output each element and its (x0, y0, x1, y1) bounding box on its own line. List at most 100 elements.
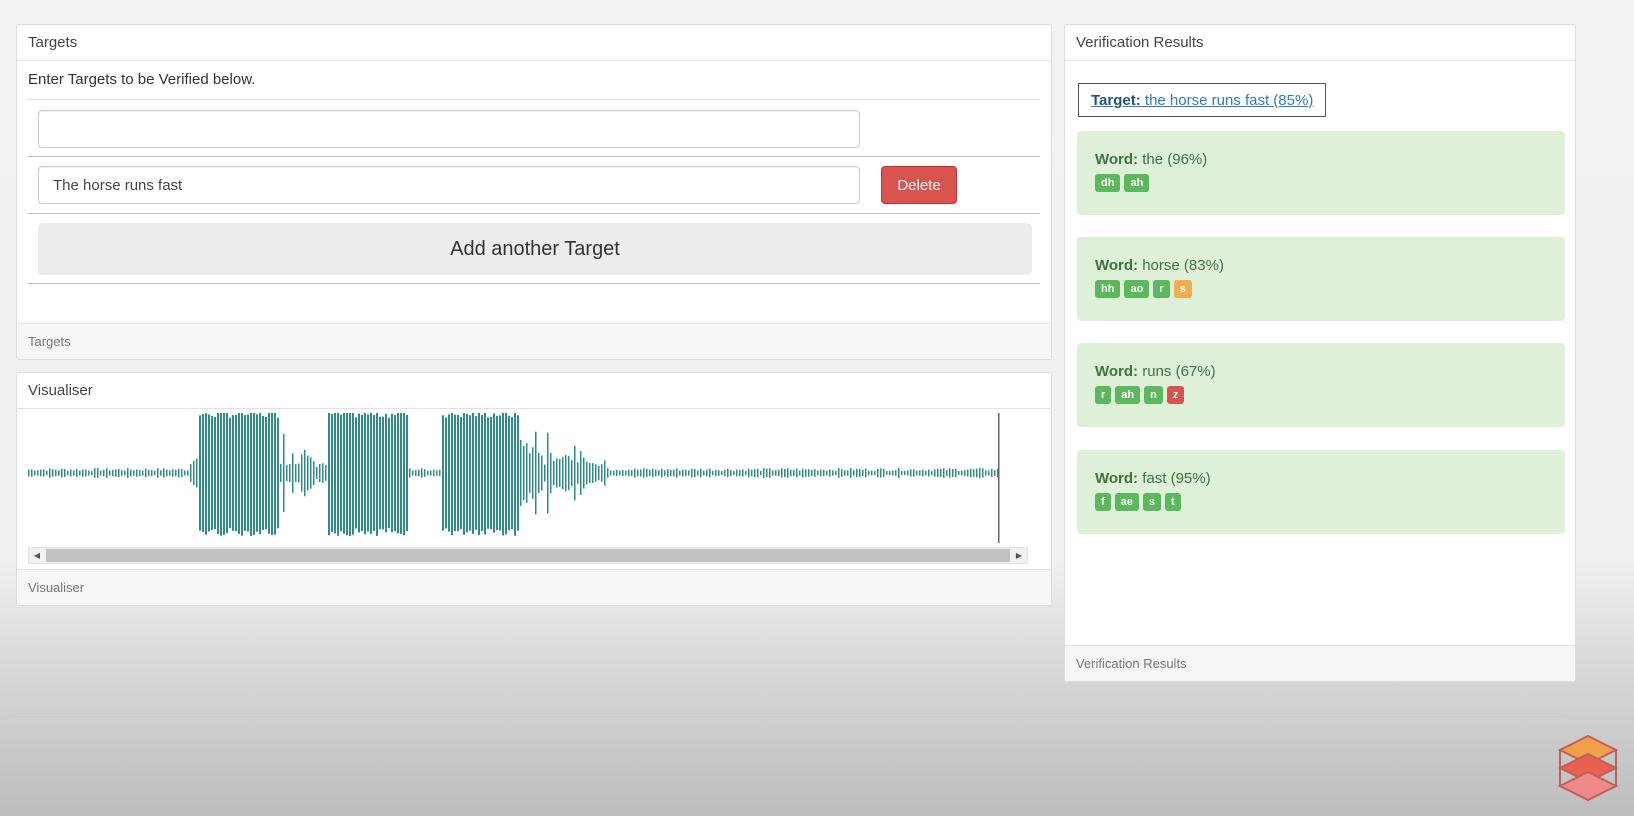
waveform-bar (106, 468, 108, 478)
waveform-bar (214, 416, 216, 530)
waveform-bar (409, 468, 411, 478)
waveform-bar (373, 415, 375, 531)
waveform-bar (130, 469, 132, 477)
waveform-bar (217, 413, 219, 535)
word-label: Word: (1095, 363, 1139, 380)
phoneme-badge: ah (1115, 386, 1141, 404)
waveform-bar (568, 455, 570, 491)
waveform-bar (448, 414, 450, 532)
waveform-bar (439, 469, 441, 477)
waveform-bar (883, 469, 885, 477)
waveform-bar (484, 413, 486, 535)
waveform-bar (850, 468, 852, 478)
waveform-bar (673, 469, 675, 477)
waveform-bar (571, 459, 573, 487)
waveform-bar (421, 468, 423, 478)
waveform-bar (772, 470, 774, 476)
playhead-cursor[interactable] (998, 413, 1000, 543)
waveform-bar (385, 413, 387, 533)
target-input[interactable] (38, 166, 860, 204)
waveform-bar (739, 469, 741, 477)
phoneme-badge: z (1166, 386, 1185, 404)
phoneme-list: r ah n z (1095, 386, 1547, 404)
waveform-bar (301, 454, 303, 492)
waveform-bar (427, 470, 429, 476)
waveform-bar (820, 469, 822, 477)
phoneme-badge: ah (1124, 174, 1150, 192)
waveform-bar (508, 415, 510, 531)
phoneme-badge: r (1153, 280, 1170, 298)
delete-target-button[interactable]: Delete (881, 166, 957, 204)
waveform-bar (730, 470, 732, 476)
waveform-bar (667, 469, 669, 477)
waveform-bar (262, 415, 264, 531)
word-text: horse (1142, 257, 1180, 274)
waveform-bar (469, 415, 471, 531)
waveform-bar (52, 469, 54, 477)
waveform-bar (280, 463, 282, 483)
scrollbar-thumb[interactable] (46, 549, 1010, 562)
waveform-bar (697, 470, 699, 476)
targets-intro-text: Enter Targets to be Verified below. (28, 71, 256, 88)
waveform-bar (367, 414, 369, 532)
waveform-bar (226, 413, 228, 534)
waveform-bar (877, 468, 879, 478)
waveform-bar (649, 469, 651, 477)
waveform-bar (496, 415, 498, 531)
waveform-bar (613, 470, 615, 476)
waveform-bar (94, 468, 96, 478)
audio-waveform[interactable] (28, 413, 1038, 553)
target-input-empty[interactable] (38, 110, 860, 148)
waveform-bar (502, 413, 504, 536)
target-result-link[interactable]: Target: the horse runs fast (85%) (1078, 83, 1327, 117)
waveform-bar (127, 468, 129, 478)
waveform-bar (727, 468, 729, 478)
waveform-bar (907, 470, 909, 476)
waveform-bar (139, 470, 141, 476)
add-another-target-button[interactable]: Add another Target (38, 223, 1032, 275)
waveform-bar (946, 470, 948, 476)
waveform-bar (82, 469, 84, 477)
waveform-bar (814, 469, 816, 477)
waveform-bar (340, 414, 342, 532)
waveform-bar (919, 470, 921, 476)
phoneme-badge: hh (1095, 280, 1121, 298)
waveform-bar (31, 469, 33, 477)
waveform-bar (994, 470, 996, 476)
waveform-bar (76, 468, 78, 478)
waveform-bar (154, 470, 156, 476)
waveform-bar (295, 464, 297, 482)
waveform-bar (472, 413, 474, 534)
waveform-bar (634, 468, 636, 478)
waveform-bar (40, 469, 42, 477)
waveform-bar (736, 469, 738, 477)
waveform-bar (631, 470, 633, 476)
waveform-bar (991, 468, 993, 478)
waveform-bar (793, 469, 795, 477)
waveform-bar (112, 469, 114, 477)
waveform-bar (160, 470, 162, 476)
word-line: Word: fast (95%) (1095, 470, 1547, 487)
waveform-bar (601, 464, 603, 482)
phoneme-badge: s (1142, 493, 1162, 511)
waveform-bar (841, 469, 843, 477)
waveform-bar (868, 470, 870, 476)
waveform-bar (64, 469, 66, 477)
waveform-bar (706, 469, 708, 477)
waveform-bar (592, 463, 594, 483)
scroll-left-arrow-icon[interactable]: ◀ (29, 548, 45, 563)
waveform-bar (511, 416, 513, 530)
waveform-bar (583, 457, 585, 489)
waveform-bar (598, 465, 600, 481)
target-label: Target: (1091, 92, 1141, 109)
phoneme-badge: n (1144, 386, 1163, 404)
waveform-bar (451, 413, 453, 536)
waveform-bar (745, 470, 747, 476)
waveform-bar (433, 469, 435, 477)
scroll-right-arrow-icon[interactable]: ▶ (1011, 548, 1027, 563)
waveform-bar (604, 460, 606, 486)
waveform-bar (163, 468, 165, 478)
waveform-scrollbar[interactable]: ◀ ▶ (28, 547, 1028, 564)
waveform-bar (370, 413, 372, 534)
waveform-bar (457, 414, 459, 532)
